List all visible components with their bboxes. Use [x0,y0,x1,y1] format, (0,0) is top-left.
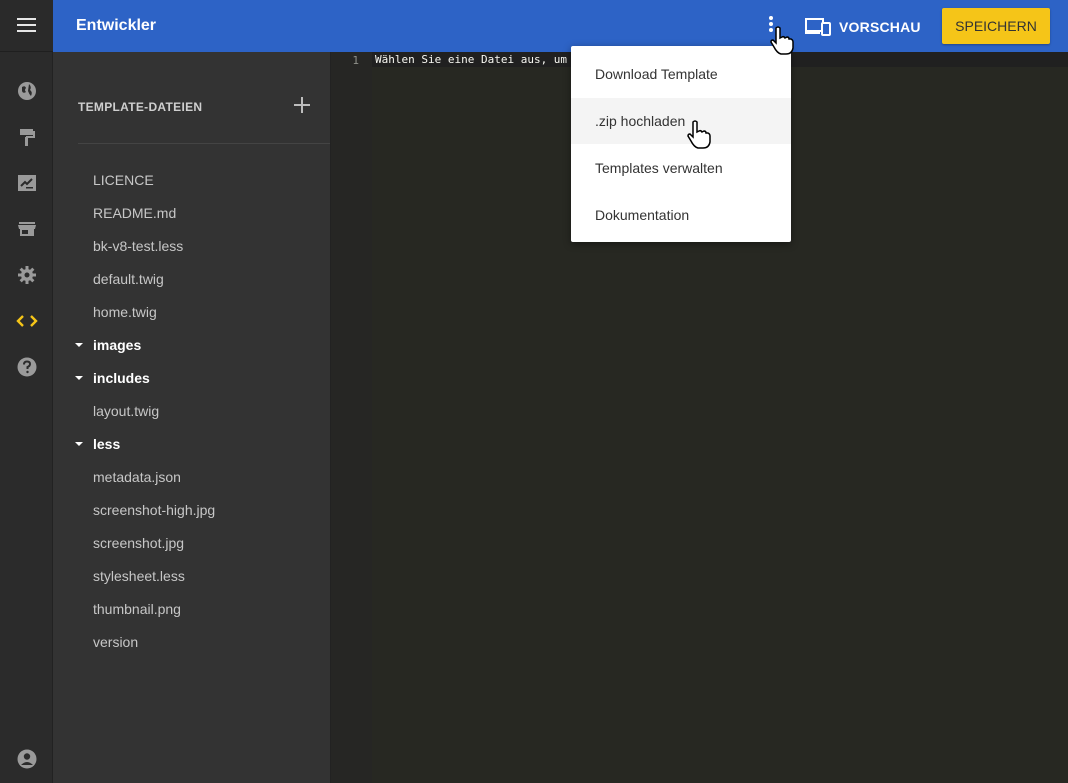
help-icon[interactable] [16,356,38,378]
folder-label: images [93,337,142,353]
add-file-icon[interactable] [293,96,311,114]
file-item[interactable]: bk-v8-test.less [93,238,183,254]
folder-item[interactable]: includes [75,370,150,386]
files-header: TEMPLATE-DATEIEN [78,100,203,114]
folder-item[interactable]: images [75,337,141,353]
editor-gutter: 1 [330,52,372,783]
file-item[interactable]: default.twig [93,271,164,287]
code-icon[interactable] [16,310,38,332]
template-files-panel: TEMPLATE-DATEIEN LICENCE README.md bk-v8… [53,52,330,783]
gear-icon[interactable] [16,264,38,286]
caret-down-icon [75,376,83,380]
menu-item-download-template[interactable]: Download Template [571,51,791,97]
file-item[interactable]: screenshot-high.jpg [93,502,215,518]
file-item[interactable]: layout.twig [93,403,159,419]
more-options-icon[interactable] [763,14,779,38]
menu-item-documentation[interactable]: Dokumentation [571,192,791,238]
globe-icon[interactable] [16,80,38,102]
nav-rail [0,52,53,783]
line-number: 1 [352,54,359,67]
menu-toggle-area [0,0,53,52]
file-item[interactable]: metadata.json [93,469,181,485]
file-item[interactable]: home.twig [93,304,157,320]
app-header: Entwickler VORSCHAU SPEICHERN [53,0,1068,52]
more-options-menu: Download Template .zip hochladen Templat… [571,46,791,242]
store-icon[interactable] [16,218,38,240]
caret-down-icon [75,343,83,347]
file-item[interactable]: thumbnail.png [93,601,181,617]
paint-roller-icon[interactable] [16,126,38,148]
menu-item-zip-upload[interactable]: .zip hochladen [571,98,791,144]
preview-label: VORSCHAU [839,19,921,35]
page-title: Entwickler [76,17,157,34]
caret-down-icon [75,442,83,446]
file-item[interactable]: screenshot.jpg [93,535,184,551]
hamburger-menu-icon[interactable] [17,18,36,32]
save-button[interactable]: SPEICHERN [942,8,1050,44]
account-icon[interactable] [16,748,38,770]
file-item[interactable]: version [93,634,138,650]
file-item[interactable]: stylesheet.less [93,568,185,584]
folder-label: less [93,436,121,452]
devices-icon [805,18,831,36]
sign-icon[interactable] [16,172,38,194]
preview-button[interactable]: VORSCHAU [805,14,921,40]
code-line: Wählen Sie eine Datei aus, um [375,53,568,66]
file-item[interactable]: LICENCE [93,172,154,188]
divider [78,143,330,144]
folder-item[interactable]: less [75,436,120,452]
menu-item-manage-templates[interactable]: Templates verwalten [571,145,791,191]
folder-label: includes [93,370,150,386]
file-item[interactable]: README.md [93,205,176,221]
